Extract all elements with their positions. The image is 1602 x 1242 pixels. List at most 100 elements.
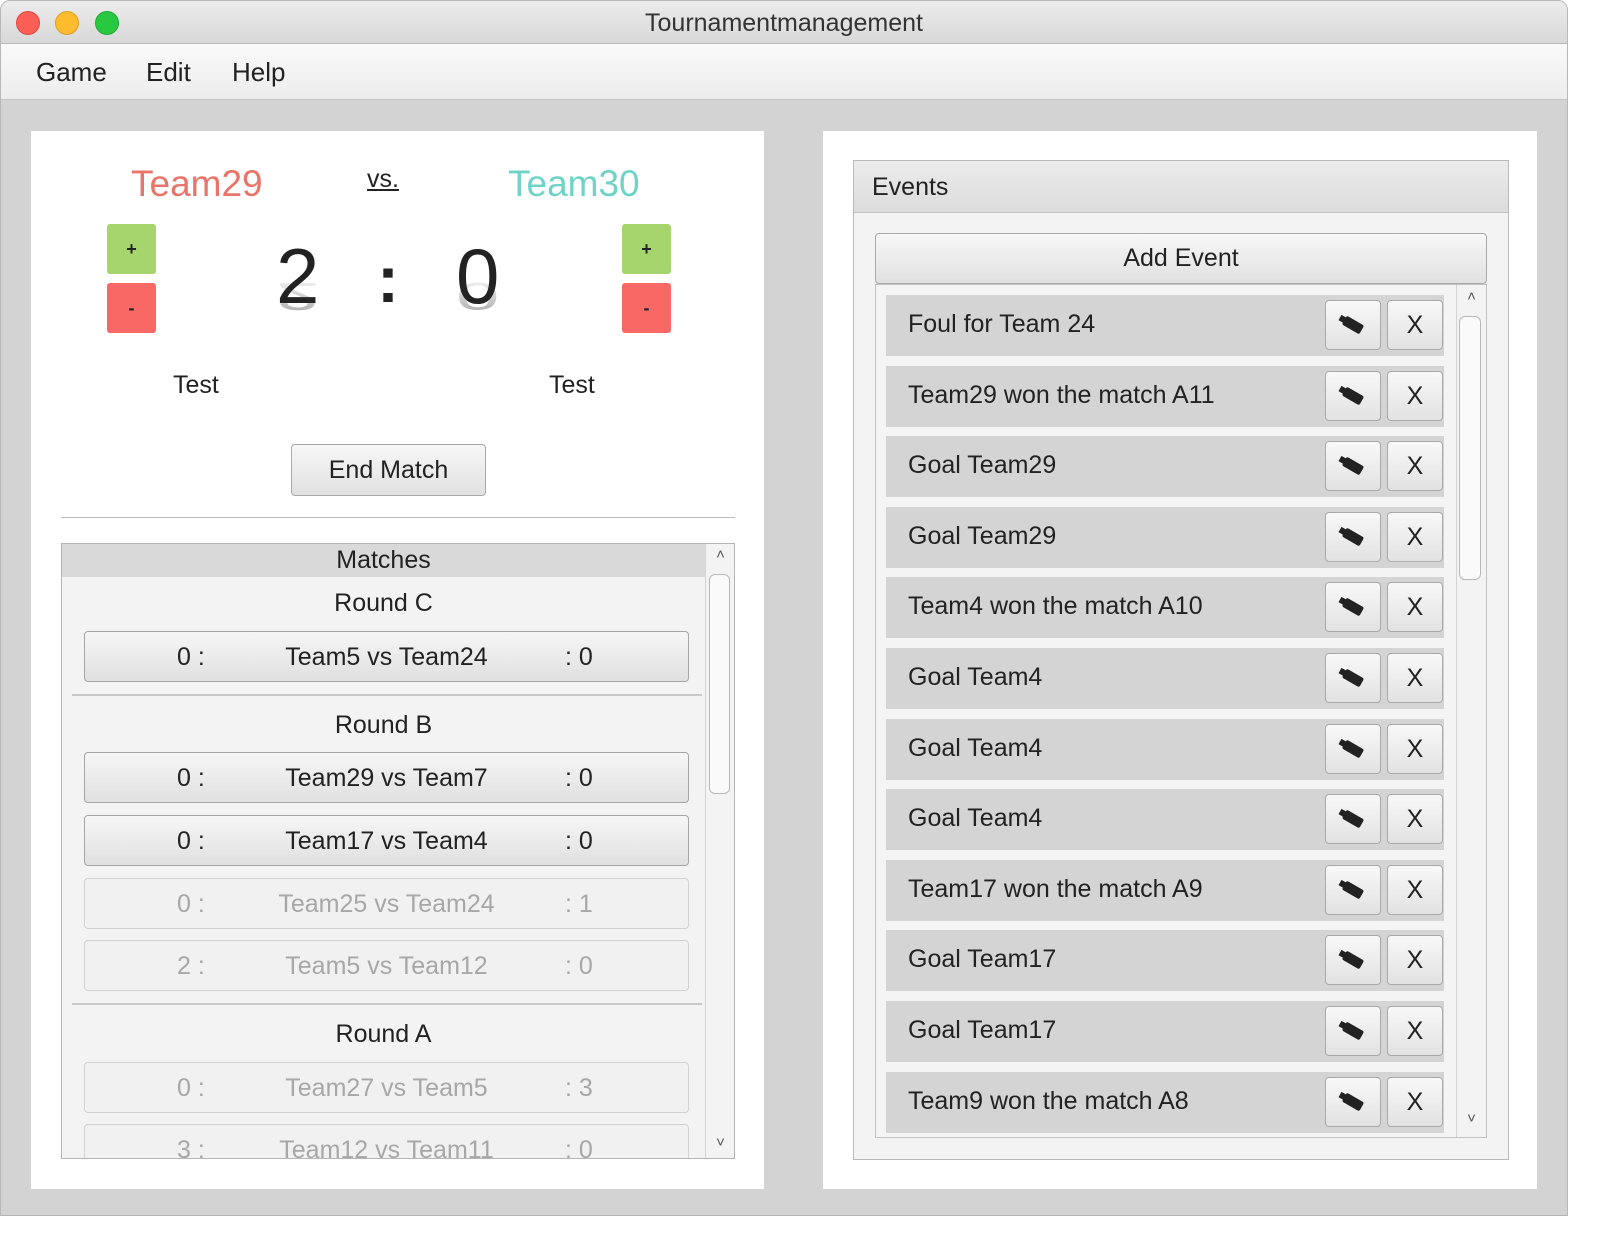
edit-event-button[interactable] xyxy=(1325,512,1381,562)
matches-scrollbar[interactable]: ˄ ˅ xyxy=(705,544,734,1158)
team-b-plus-button[interactable]: + xyxy=(622,224,671,274)
event-row[interactable]: Goal Team17 X xyxy=(886,1001,1444,1062)
match-label: Team5 vs Team12 xyxy=(285,952,488,980)
match-button[interactable]: 0 : Team5 vs Team24 : 0 xyxy=(84,631,689,682)
event-row[interactable]: Goal Team4 X xyxy=(886,719,1444,780)
team-b-name: Team30 xyxy=(508,163,640,204)
event-row[interactable]: Goal Team17 X xyxy=(886,930,1444,991)
match-button-disabled: 0 : Team25 vs Team24 : 1 xyxy=(84,878,689,929)
team-a-minus-button[interactable]: - xyxy=(107,283,156,333)
team-a-plus-button[interactable]: + xyxy=(107,224,156,274)
eraser-icon xyxy=(1341,386,1365,406)
delete-event-button[interactable]: X xyxy=(1387,935,1443,985)
eraser-icon xyxy=(1341,456,1365,476)
edit-event-button[interactable] xyxy=(1325,865,1381,915)
team-a-score-reflection: 2 xyxy=(276,274,320,319)
menu-edit[interactable]: Edit xyxy=(146,57,191,88)
edit-event-button[interactable] xyxy=(1325,935,1381,985)
edit-event-button[interactable] xyxy=(1325,371,1381,421)
delete-event-button[interactable]: X xyxy=(1387,1006,1443,1056)
event-label: Goal Team17 xyxy=(908,1016,1057,1044)
match-label: Team12 vs Team11 xyxy=(279,1136,494,1159)
eraser-icon xyxy=(1341,1021,1365,1041)
match-label: Team25 vs Team24 xyxy=(278,890,495,918)
panel-divider xyxy=(61,517,735,518)
edit-event-button[interactable] xyxy=(1325,653,1381,703)
add-event-button[interactable]: Add Event xyxy=(875,233,1487,284)
end-match-button[interactable]: End Match xyxy=(291,444,486,496)
team-b-score-reflection: 0 xyxy=(456,274,500,319)
team-a-name: Team29 xyxy=(131,163,263,204)
edit-event-button[interactable] xyxy=(1325,794,1381,844)
delete-event-button[interactable]: X xyxy=(1387,794,1443,844)
team-b-minus-button[interactable]: - xyxy=(622,283,671,333)
team-a-player: Test xyxy=(173,371,219,399)
round-title: Round A xyxy=(335,1020,432,1048)
eraser-icon xyxy=(1341,597,1365,617)
edit-event-button[interactable] xyxy=(1325,1077,1381,1127)
event-list: Team9 won the match A8 X Goal Team17 X Goal … xyxy=(875,284,1487,1138)
match-score-right: : 3 xyxy=(565,1074,593,1102)
event-row[interactable]: Team29 won the match A11 X xyxy=(886,366,1444,427)
event-label: Team4 won the match A10 xyxy=(908,592,1203,620)
menu-bar: Game Edit Help xyxy=(1,44,1567,100)
match-button[interactable]: 0 : Team17 vs Team4 : 0 xyxy=(84,815,689,866)
match-label: Team29 vs Team7 xyxy=(285,764,488,792)
edit-event-button[interactable] xyxy=(1325,300,1381,350)
delete-event-button[interactable]: X xyxy=(1387,512,1443,562)
match-score-right: : 0 xyxy=(565,643,593,671)
eraser-icon xyxy=(1341,880,1365,900)
delete-event-button[interactable]: X xyxy=(1387,582,1443,632)
scroll-thumb[interactable] xyxy=(709,574,730,794)
event-row[interactable]: Goal Team29 X xyxy=(886,436,1444,497)
delete-event-button[interactable]: X xyxy=(1387,300,1443,350)
event-row[interactable]: Team17 won the match A9 X xyxy=(886,860,1444,921)
round-separator xyxy=(72,694,702,696)
delete-event-button[interactable]: X xyxy=(1387,724,1443,774)
events-header[interactable]: Events xyxy=(854,161,1508,213)
scroll-down-icon[interactable]: ˅ xyxy=(706,1134,734,1151)
delete-event-button[interactable]: X xyxy=(1387,371,1443,421)
scroll-up-icon[interactable]: ˄ xyxy=(706,546,734,563)
event-row[interactable]: Team9 won the match A8 X xyxy=(886,1072,1444,1133)
event-row[interactable]: Goal Team4 X xyxy=(886,789,1444,850)
match-label: Team17 vs Team4 xyxy=(285,827,488,855)
events-scrollbar[interactable]: ˄ ˅ xyxy=(1456,285,1486,1137)
event-row[interactable]: Team4 won the match A10 X xyxy=(886,577,1444,638)
menu-help[interactable]: Help xyxy=(232,57,285,88)
match-score-right: : 0 xyxy=(565,1136,593,1159)
matches-header: Matches xyxy=(62,544,705,577)
title-bar: Tournamentmanagement xyxy=(1,1,1567,44)
eraser-icon xyxy=(1341,950,1365,970)
scroll-thumb[interactable] xyxy=(1459,316,1481,580)
score-separator: : xyxy=(377,242,399,316)
match-button-disabled: 2 : Team5 vs Team12 : 0 xyxy=(84,940,689,991)
match-button[interactable]: 0 : Team29 vs Team7 : 0 xyxy=(84,752,689,803)
delete-event-button[interactable]: X xyxy=(1387,1077,1443,1127)
menu-game[interactable]: Game xyxy=(36,57,107,88)
eraser-icon xyxy=(1341,315,1365,335)
edit-event-button[interactable] xyxy=(1325,441,1381,491)
events-pane: Events Add Event Team9 won the match A8 X… xyxy=(853,160,1509,1160)
delete-event-button[interactable]: X xyxy=(1387,653,1443,703)
edit-event-button[interactable] xyxy=(1325,724,1381,774)
round-title: Round B xyxy=(334,711,433,739)
vs-label: vs. xyxy=(367,165,399,193)
event-row[interactable]: Goal Team29 X xyxy=(886,507,1444,568)
edit-event-button[interactable] xyxy=(1325,1006,1381,1056)
match-button-disabled: 3 : Team12 vs Team11 : 0 xyxy=(84,1124,689,1159)
scroll-up-icon[interactable]: ˄ xyxy=(1457,288,1486,305)
app-window: Tournamentmanagement Game Edit Help Team… xyxy=(0,0,1568,1216)
match-button-disabled: 0 : Team27 vs Team5 : 3 xyxy=(84,1062,689,1113)
match-panel: Team29 vs. Team30 + - + - 2 : 0 2 0 Test… xyxy=(31,131,764,1189)
eraser-icon xyxy=(1341,809,1365,829)
delete-event-button[interactable]: X xyxy=(1387,441,1443,491)
delete-event-button[interactable]: X xyxy=(1387,865,1443,915)
eraser-icon xyxy=(1341,668,1365,688)
edit-event-button[interactable] xyxy=(1325,582,1381,632)
event-label: Goal Team4 xyxy=(908,734,1043,762)
scroll-down-icon[interactable]: ˅ xyxy=(1457,1110,1486,1127)
team-b-player: Test xyxy=(549,371,595,399)
event-row[interactable]: Goal Team4 X xyxy=(886,648,1444,709)
event-row[interactable]: Foul for Team 24 X xyxy=(886,295,1444,356)
